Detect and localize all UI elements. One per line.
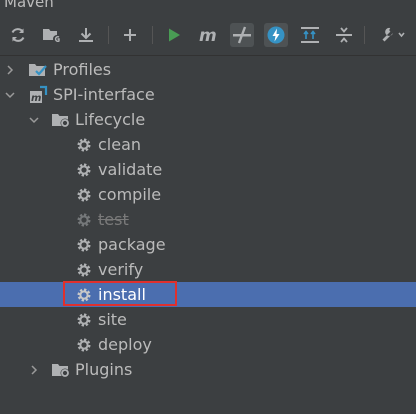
plugins-label: Plugins — [75, 360, 133, 379]
gear-icon — [75, 161, 93, 179]
chevron-right-icon[interactable] — [28, 364, 40, 376]
goal-label-skipped: test — [98, 210, 129, 229]
maven-toolbar: m — [0, 12, 416, 56]
goal-label: compile — [98, 185, 162, 204]
gear-icon — [75, 261, 93, 279]
gear-icon — [75, 236, 93, 254]
goal-label: site — [98, 310, 127, 329]
goal-label: install — [98, 285, 146, 304]
tree-node-plugins[interactable]: Plugins — [0, 357, 416, 382]
svg-text:m: m — [199, 26, 217, 44]
toolbar-separator — [108, 26, 109, 44]
maven-goal-icon: m — [199, 26, 217, 44]
profiles-folder-icon — [28, 60, 48, 80]
lifecycle-folder-icon — [51, 110, 71, 130]
chevron-down-icon[interactable] — [28, 114, 40, 126]
goal-label: clean — [98, 135, 142, 154]
download-button[interactable] — [74, 23, 98, 47]
toggle-offline-button[interactable] — [230, 23, 254, 47]
lifecycle-goal-package[interactable]: package — [0, 232, 416, 257]
maven-settings-button[interactable] — [374, 23, 408, 47]
lifecycle-label: Lifecycle — [75, 110, 146, 129]
show-dependencies-icon — [301, 27, 319, 43]
reload-icon — [11, 28, 25, 42]
plugins-folder-icon — [51, 360, 71, 380]
run-button[interactable] — [162, 23, 186, 47]
settings-wrench-icon — [382, 27, 405, 42]
tree-node-profiles[interactable]: Profiles — [0, 57, 416, 82]
add-button[interactable] — [118, 23, 142, 47]
svg-text:m: m — [31, 93, 41, 104]
skip-tests-icon — [267, 26, 285, 44]
goal-label: validate — [98, 160, 163, 179]
lifecycle-goal-deploy[interactable]: deploy — [0, 332, 416, 357]
gear-icon — [75, 311, 93, 329]
title-bar: Maven — [0, 0, 416, 12]
execute-maven-goal-button[interactable]: m — [196, 23, 220, 47]
profiles-label: Profiles — [53, 60, 112, 79]
run-icon — [169, 28, 180, 42]
gear-icon — [75, 336, 93, 354]
lifecycle-goal-clean[interactable]: clean — [0, 132, 416, 157]
lifecycle-goal-compile[interactable]: compile — [0, 182, 416, 207]
gear-icon — [75, 286, 93, 304]
window-title: Maven — [4, 0, 54, 11]
maven-project-icon: m — [28, 85, 48, 105]
chevron-right-icon[interactable] — [4, 64, 16, 76]
download-icon — [79, 28, 93, 42]
collapse-all-icon — [336, 27, 352, 43]
project-label: SPI-interface — [53, 85, 155, 104]
show-dependencies-button[interactable] — [298, 23, 322, 47]
reload-button[interactable] — [6, 23, 30, 47]
gear-icon — [75, 186, 93, 204]
lifecycle-goal-validate[interactable]: validate — [0, 157, 416, 182]
toolbar-separator — [152, 26, 153, 44]
goal-label: verify — [98, 260, 144, 279]
lifecycle-goal-install[interactable]: install — [0, 282, 416, 307]
toolbar-separator — [364, 26, 365, 44]
toggle-offline-icon — [233, 26, 251, 44]
skip-tests-button[interactable] — [264, 23, 288, 47]
generate-sources-button[interactable] — [40, 23, 64, 47]
gear-icon — [75, 211, 93, 229]
goal-label: package — [98, 235, 166, 254]
tree-node-lifecycle[interactable]: Lifecycle — [0, 107, 416, 132]
generate-sources-icon — [43, 29, 61, 43]
gear-icon — [75, 136, 93, 154]
goal-label: deploy — [98, 335, 152, 354]
collapse-all-button[interactable] — [332, 23, 356, 47]
lifecycle-goal-verify[interactable]: verify — [0, 257, 416, 282]
lifecycle-goal-test[interactable]: test — [0, 207, 416, 232]
maven-tool-window: Maven m Profiles m SPI-interface Lifecyc… — [0, 0, 416, 414]
tree-node-project[interactable]: m SPI-interface — [0, 82, 416, 107]
chevron-down-icon[interactable] — [4, 89, 16, 101]
lifecycle-goal-site[interactable]: site — [0, 307, 416, 332]
add-icon — [124, 29, 136, 41]
